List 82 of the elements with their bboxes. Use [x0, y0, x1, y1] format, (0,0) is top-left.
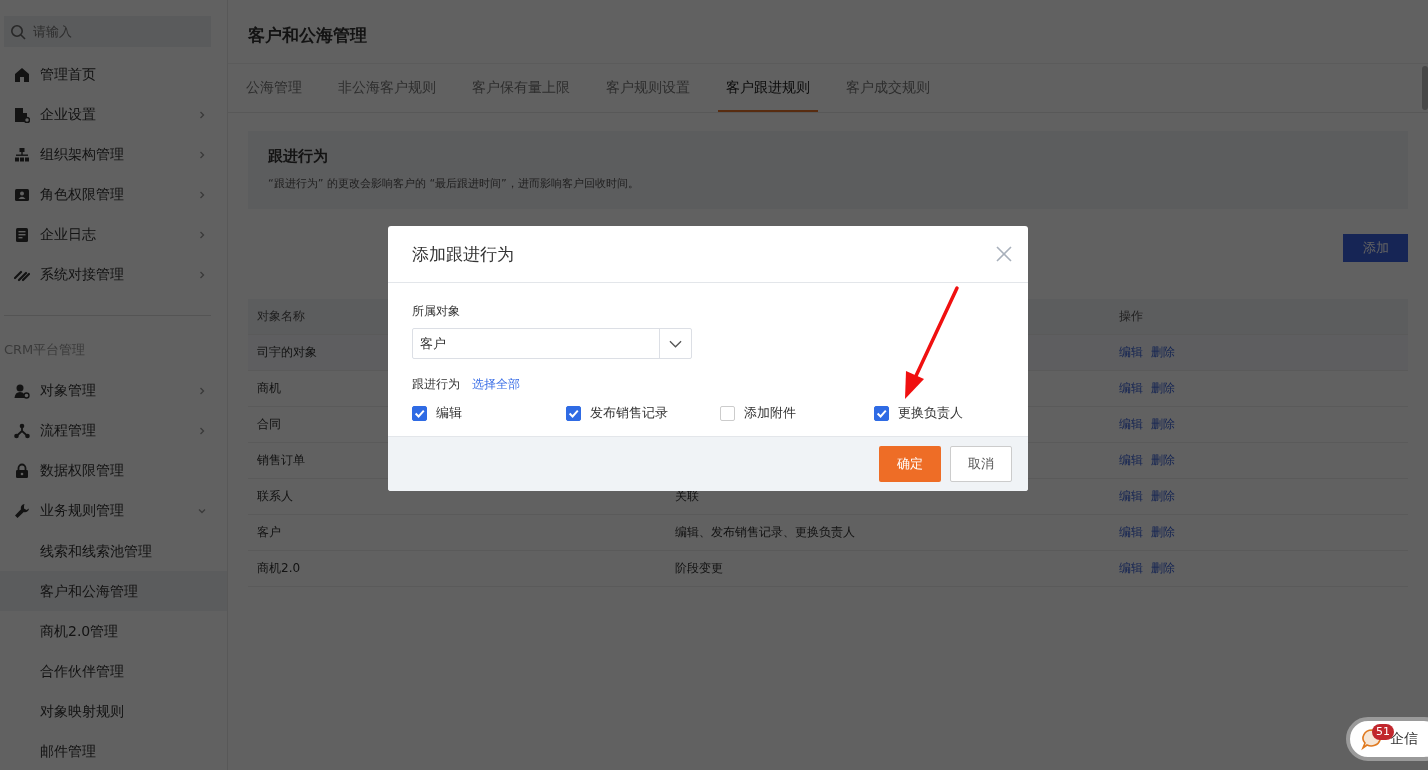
table-cell: 客户 [257, 525, 281, 539]
tab[interactable]: 客户跟进规则 [718, 64, 818, 112]
sidebar-item[interactable]: 角色权限管理 [0, 175, 227, 215]
lock-icon [14, 463, 30, 479]
checkbox-label: 更换负责人 [898, 404, 963, 422]
column-header: 操作 [1119, 308, 1143, 325]
sidebar-label: 角色权限管理 [40, 186, 125, 204]
house-icon [14, 67, 30, 83]
table-link[interactable]: 删除 [1151, 488, 1175, 505]
sidebar-subitem[interactable]: 客户和公海管理 [0, 571, 227, 611]
table-cell: 联系人 [257, 489, 293, 503]
table-cell: 商机2.0 [257, 561, 301, 575]
page-title: 客户和公海管理 [228, 0, 1428, 64]
table-link[interactable]: 删除 [1151, 560, 1175, 577]
scrollbar[interactable] [1422, 66, 1428, 110]
confirm-button[interactable]: 确定 [879, 446, 941, 482]
sidebar-subitem[interactable]: 合作伙伴管理 [0, 651, 227, 691]
sidebar-item[interactable]: 流程管理 [0, 411, 227, 451]
sidebar-label: 系统对接管理 [40, 266, 125, 284]
sidebar-label: 企业日志 [40, 226, 97, 244]
table-link[interactable]: 编辑 [1119, 524, 1143, 541]
checkbox-label: 编辑 [436, 404, 462, 422]
table-link[interactable]: 删除 [1151, 380, 1175, 397]
sidebar-subitem[interactable]: 邮件管理 [0, 731, 227, 770]
sidebar-item[interactable]: 业务规则管理 [0, 491, 227, 531]
sidebar-label: 企业设置 [40, 106, 97, 124]
table-cell: 阶段变更 [675, 561, 723, 575]
checkbox[interactable] [874, 405, 889, 421]
sidebar-item[interactable]: 企业设置 [0, 95, 227, 135]
table-link[interactable]: 编辑 [1119, 380, 1143, 397]
table-link[interactable]: 编辑 [1119, 560, 1143, 577]
sidebar-label: 业务规则管理 [40, 502, 125, 520]
table-cell: 司宇的对象 [257, 345, 317, 359]
table-link[interactable]: 删除 [1151, 452, 1175, 469]
table-cell: 合同 [257, 417, 281, 431]
sidebar-item[interactable]: 管理首页 [0, 55, 227, 95]
table-link[interactable]: 编辑 [1119, 452, 1143, 469]
sidebar-subitem[interactable]: 线索和线索池管理 [0, 531, 227, 571]
table-link[interactable]: 删除 [1151, 344, 1175, 361]
sidebar-subitem[interactable]: 商机2.0管理 [0, 611, 227, 651]
sidebar-item[interactable]: 系统对接管理 [0, 255, 227, 295]
search-icon [10, 24, 26, 40]
sidebar-label: 数据权限管理 [40, 462, 125, 480]
flow-icon [14, 423, 30, 439]
sidebar-label: 对象管理 [40, 382, 97, 400]
sidebar-item[interactable]: 数据权限管理 [0, 451, 227, 491]
hierarchy-icon [14, 147, 30, 163]
wrench-icon [14, 503, 30, 519]
sidebar-label: 流程管理 [40, 422, 97, 440]
cancel-button[interactable]: 取消 [950, 446, 1012, 482]
checkbox-label: 发布销售记录 [590, 404, 668, 422]
table-link[interactable]: 编辑 [1119, 488, 1143, 505]
checkbox[interactable] [566, 405, 581, 421]
document-icon [14, 227, 30, 243]
checkbox-label: 添加附件 [744, 404, 796, 422]
select-all-link[interactable]: 选择全部 [472, 376, 520, 393]
field-label: 跟进行为 [412, 376, 460, 393]
column-header: 对象名称 [257, 309, 305, 323]
sidebar-item[interactable]: 组织架构管理 [0, 135, 227, 175]
sidebar-label: 组织架构管理 [40, 146, 125, 164]
table-cell: 销售订单 [257, 453, 305, 467]
id-card-icon [14, 187, 30, 203]
sidebar-subitem[interactable]: 对象映射规则 [0, 691, 227, 731]
user-gear-icon [14, 383, 30, 399]
add-button[interactable]: 添加 [1343, 234, 1408, 262]
field-label: 所属对象 [412, 303, 461, 320]
notice-title: 跟进行为 [268, 147, 329, 166]
sidebar-item[interactable]: 企业日志 [0, 215, 227, 255]
building-icon [14, 107, 30, 123]
object-select[interactable]: 客户 [412, 328, 692, 359]
table-link[interactable]: 删除 [1151, 524, 1175, 541]
table-link[interactable]: 删除 [1151, 416, 1175, 433]
checkbox[interactable] [412, 405, 427, 421]
table-link[interactable]: 编辑 [1119, 344, 1143, 361]
sidebar-item[interactable]: 对象管理 [0, 371, 227, 411]
table-cell: 商机 [257, 381, 281, 395]
table-link[interactable]: 编辑 [1119, 416, 1143, 433]
sidebar-label: 管理首页 [40, 66, 97, 84]
caret-icon [669, 339, 682, 348]
table-cell: 关联 [675, 489, 699, 503]
table-cell: 编辑、发布销售记录、更换负责人 [675, 525, 855, 539]
dialog-title: 添加跟进行为 [412, 242, 514, 266]
